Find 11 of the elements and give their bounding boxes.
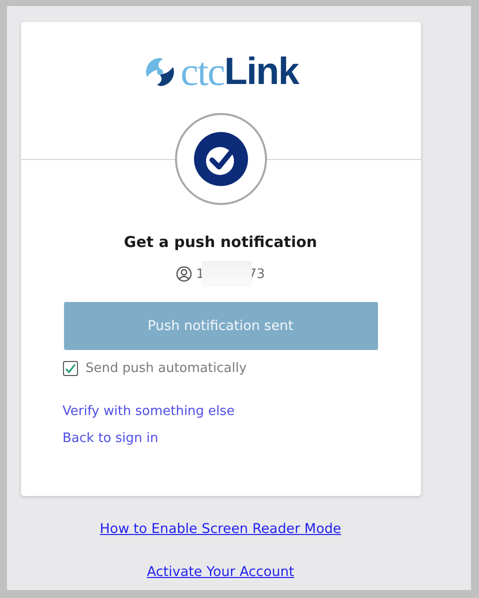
logo-text: ctc — [180, 52, 224, 92]
user-icon — [176, 266, 192, 282]
checkbox-label: Send push automatically — [86, 361, 247, 376]
checkbox[interactable] — [62, 361, 78, 376]
page-title: Get a push notification — [124, 233, 318, 251]
footer-link[interactable]: Activate Your Account — [146, 564, 294, 580]
logo-text: Link — [224, 53, 298, 91]
card-link[interactable]: Verify with something else — [62, 404, 235, 419]
footer-link[interactable]: How to Enable Screen Reader Mode — [100, 521, 342, 537]
card-link[interactable]: Back to sign in — [62, 431, 158, 446]
checkmark-badge-icon — [194, 132, 248, 186]
